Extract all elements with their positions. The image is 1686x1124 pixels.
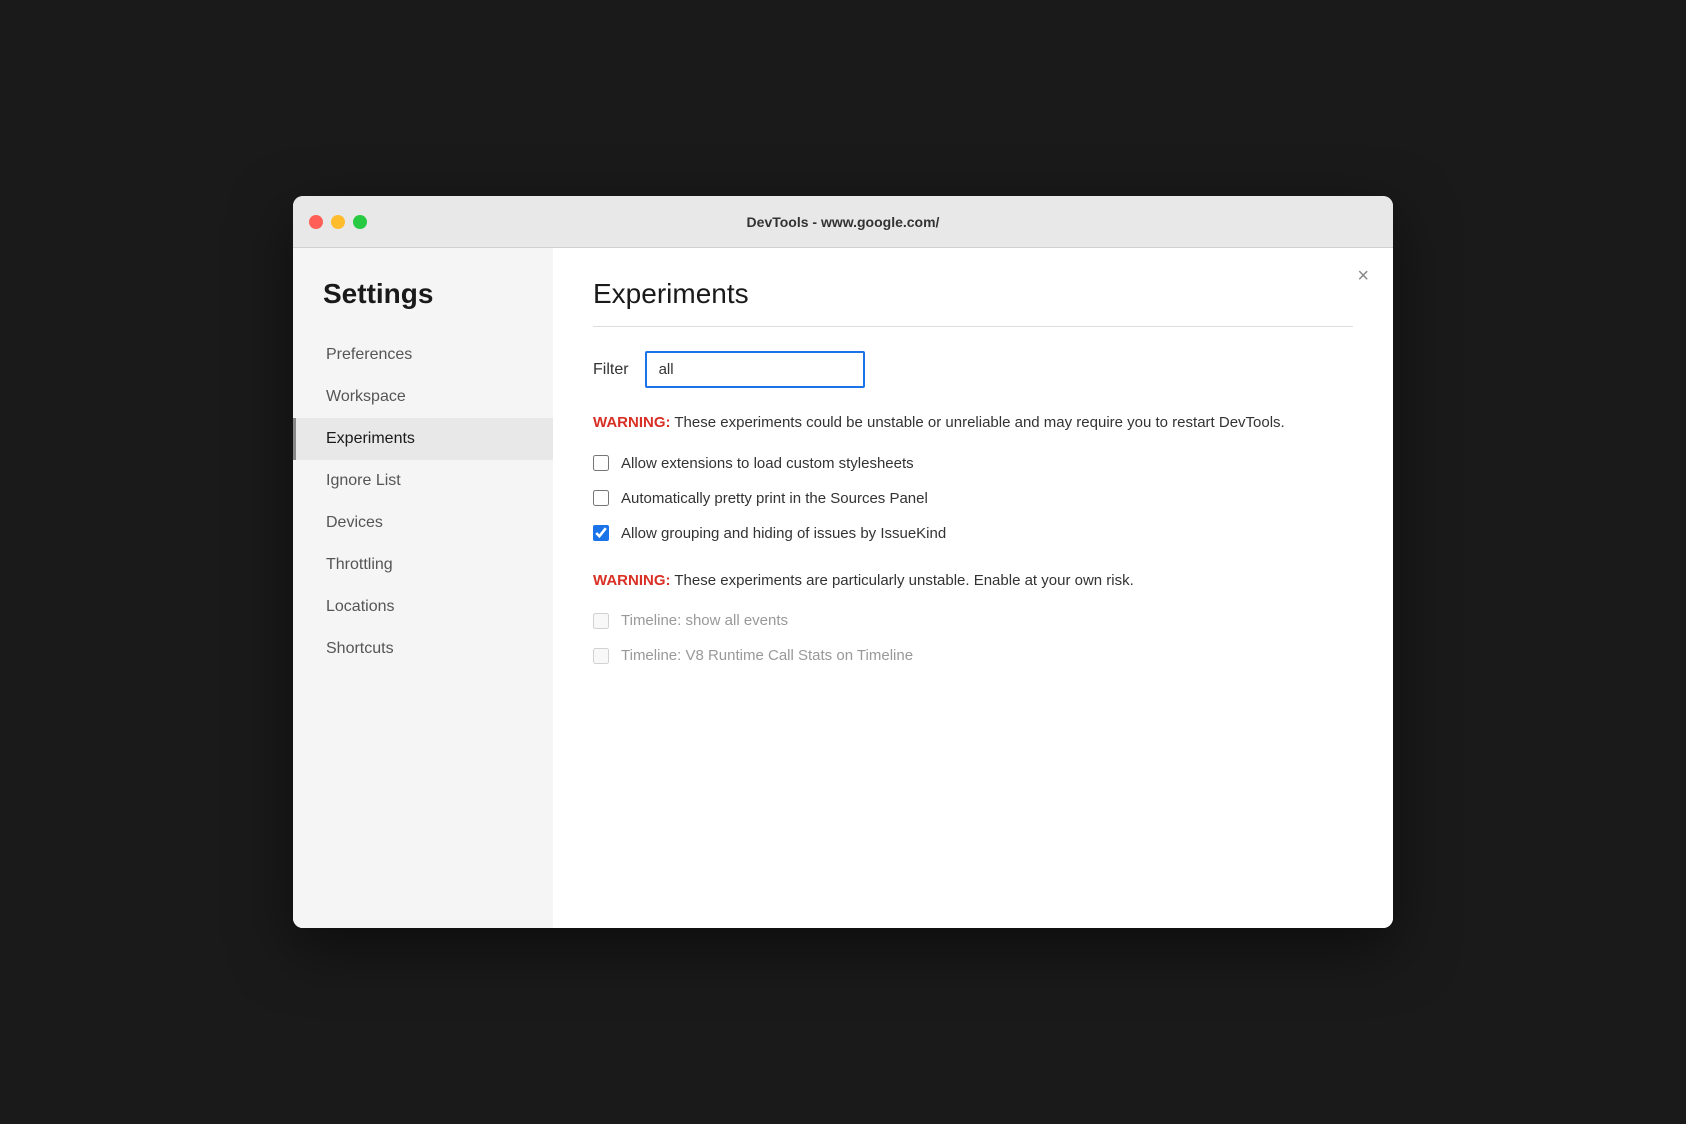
close-button[interactable] xyxy=(309,215,323,229)
checkbox-auto-pretty-print: Automatically pretty print in the Source… xyxy=(593,490,1353,507)
filter-label: Filter xyxy=(593,361,629,379)
main-panel: × Experiments Filter WARNING: These expe… xyxy=(553,248,1393,928)
checkbox-timeline-events-input[interactable] xyxy=(593,613,609,629)
window-controls xyxy=(309,215,367,229)
sidebar-item-devices[interactable]: Devices xyxy=(293,502,553,544)
title-divider xyxy=(593,326,1353,327)
checkbox-timeline-events: Timeline: show all events xyxy=(593,612,1353,629)
warning-text-2: WARNING: These experiments are particula… xyxy=(593,570,1353,593)
checkbox-timeline-events-label[interactable]: Timeline: show all events xyxy=(621,612,788,629)
sidebar: Settings Preferences Workspace Experimen… xyxy=(293,248,553,928)
panel-close-button[interactable]: × xyxy=(1357,266,1369,286)
checkbox-allow-extensions-label[interactable]: Allow extensions to load custom styleshe… xyxy=(621,455,914,472)
warning-label-2: WARNING: xyxy=(593,572,671,589)
checkbox-auto-pretty-print-input[interactable] xyxy=(593,490,609,506)
titlebar: DevTools - www.google.com/ xyxy=(293,196,1393,248)
checkbox-allow-grouping-label[interactable]: Allow grouping and hiding of issues by I… xyxy=(621,525,946,542)
page-title: Experiments xyxy=(593,278,1353,310)
filter-row: Filter xyxy=(593,351,1353,388)
minimize-button[interactable] xyxy=(331,215,345,229)
sidebar-item-shortcuts[interactable]: Shortcuts xyxy=(293,628,553,670)
checkbox-allow-extensions-input[interactable] xyxy=(593,455,609,471)
sidebar-item-ignore-list[interactable]: Ignore List xyxy=(293,460,553,502)
maximize-button[interactable] xyxy=(353,215,367,229)
sidebar-item-preferences[interactable]: Preferences xyxy=(293,334,553,376)
sidebar-item-locations[interactable]: Locations xyxy=(293,586,553,628)
checkbox-allow-grouping: Allow grouping and hiding of issues by I… xyxy=(593,525,1353,542)
warning-message-2: These experiments are particularly unsta… xyxy=(671,572,1134,589)
checkbox-timeline-v8-input[interactable] xyxy=(593,648,609,664)
devtools-window: DevTools - www.google.com/ Settings Pref… xyxy=(293,196,1393,928)
filter-input[interactable] xyxy=(645,351,865,388)
sidebar-nav: Preferences Workspace Experiments Ignore… xyxy=(293,334,553,670)
sidebar-item-workspace[interactable]: Workspace xyxy=(293,376,553,418)
checkbox-allow-grouping-input[interactable] xyxy=(593,525,609,541)
sidebar-item-throttling[interactable]: Throttling xyxy=(293,544,553,586)
window-title: DevTools - www.google.com/ xyxy=(747,214,940,230)
sidebar-item-experiments[interactable]: Experiments xyxy=(293,418,553,460)
warning-block-2: WARNING: These experiments are particula… xyxy=(593,570,1353,593)
warning-message-1: These experiments could be unstable or u… xyxy=(671,414,1285,431)
checkbox-timeline-v8-label[interactable]: Timeline: V8 Runtime Call Stats on Timel… xyxy=(621,647,913,664)
settings-heading: Settings xyxy=(293,278,553,310)
window-content: Settings Preferences Workspace Experimen… xyxy=(293,248,1393,928)
warning-block-1: WARNING: These experiments could be unst… xyxy=(593,412,1353,435)
warning-label-1: WARNING: xyxy=(593,414,671,431)
checkbox-timeline-v8: Timeline: V8 Runtime Call Stats on Timel… xyxy=(593,647,1353,664)
checkbox-auto-pretty-print-label[interactable]: Automatically pretty print in the Source… xyxy=(621,490,928,507)
checkbox-allow-extensions: Allow extensions to load custom styleshe… xyxy=(593,455,1353,472)
warning-text-1: WARNING: These experiments could be unst… xyxy=(593,412,1353,435)
